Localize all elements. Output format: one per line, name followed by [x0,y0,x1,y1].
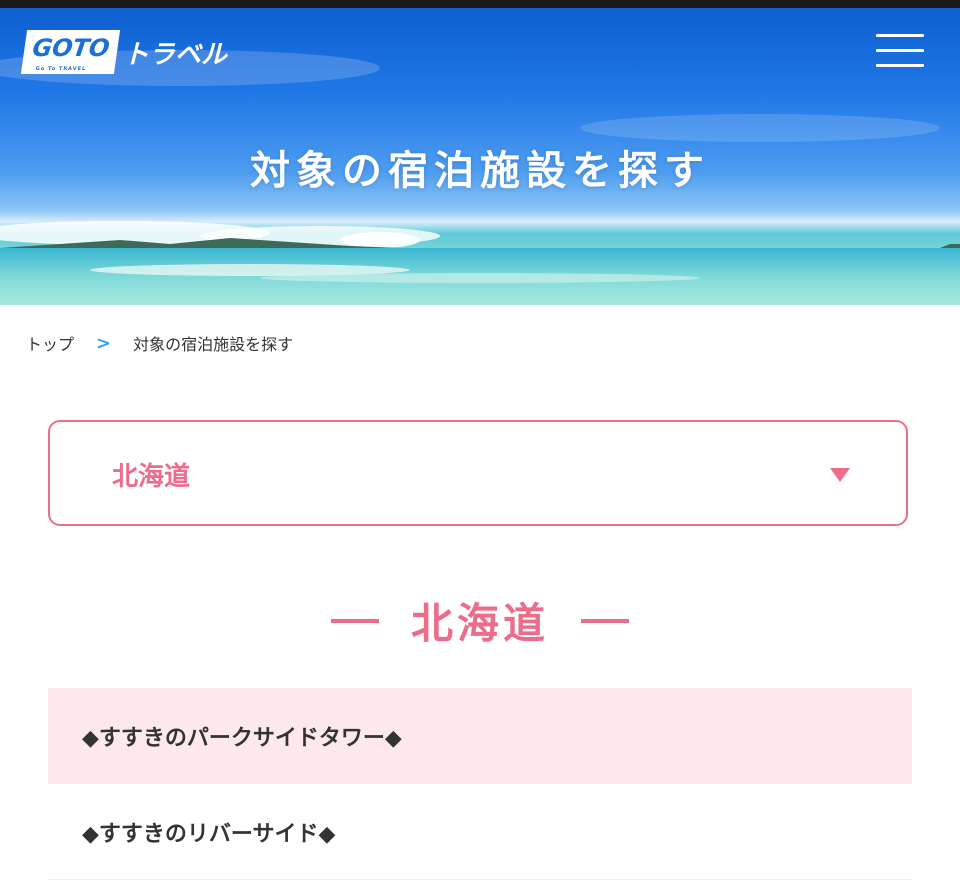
breadcrumb-current: 対象の宿泊施設を探す [133,335,294,354]
caret-down-icon [830,468,850,482]
hero-banner: GOTO Go To TRAVEL トラベル 対象の宿泊施設を探す [0,8,960,305]
section-heading: 北海道 [0,590,960,651]
logo-subtext: Go To TRAVEL [35,66,87,72]
top-status-bar [0,0,960,8]
page-title: 対象の宿泊施設を探す [250,148,710,194]
prefecture-select[interactable]: 北海道 [48,420,908,526]
logo-travel-text: トラベル [122,39,227,70]
heading-dash-left [330,618,379,623]
breadcrumb: トップ > 対象の宿泊施設を探す [26,331,293,355]
chevron-right-icon: > [96,332,112,354]
facility-list-item[interactable]: ◆すすきのパークサイドタワー◆ [48,688,912,784]
section-heading-text: 北海道 [410,599,549,648]
heading-dash-right [581,618,629,623]
facility-name: ◆すすきのリバーサイド◆ [82,821,336,847]
logo-goto-text: GOTO [30,34,112,62]
prefecture-select-value: 北海道 [112,462,191,492]
breadcrumb-home-link[interactable]: トップ [26,331,74,355]
facility-list: ◆すすきのパークサイドタワー◆ ◆すすきのリバーサイド◆ [48,688,912,880]
goto-travel-logo[interactable]: GOTO Go To TRAVEL トラベル [20,30,227,74]
hamburger-menu-icon[interactable] [876,34,924,68]
facility-name: ◆すすきのパークサイドタワー◆ [82,726,402,751]
facility-list-item[interactable]: ◆すすきのリバーサイド◆ [48,784,912,880]
logo-goto-badge: GOTO Go To TRAVEL [20,30,120,74]
